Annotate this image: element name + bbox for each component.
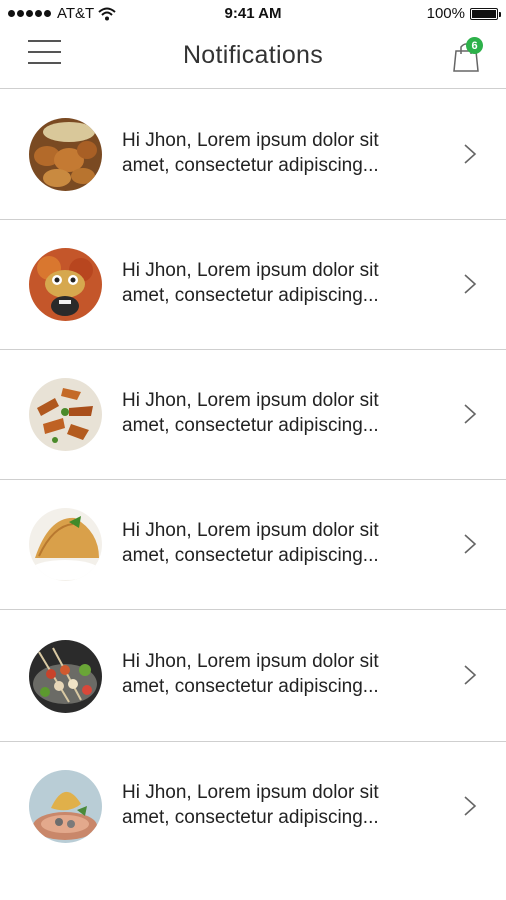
notification-line-2: amet, consectetur adipiscing... <box>122 545 379 566</box>
notification-line-2: amet, consectetur adipiscing... <box>122 415 379 436</box>
battery-percent: 100% <box>426 5 465 22</box>
chevron-right-icon <box>464 143 477 164</box>
nav-bar: Notifications 6 <box>0 28 506 89</box>
notification-text: Hi Jhon, Lorem ipsum dolor sit amet, con… <box>122 518 422 568</box>
notification-item[interactable]: Hi Jhon, Lorem ipsum dolor sit amet, con… <box>0 350 506 480</box>
notification-item[interactable]: Hi Jhon, Lorem ipsum dolor sit amet, con… <box>0 742 506 871</box>
notification-line-1: Hi Jhon, Lorem ipsum dolor sit <box>122 520 379 541</box>
chevron-right-icon <box>464 665 477 685</box>
notification-text: Hi Jhon, Lorem ipsum dolor sit amet, con… <box>122 258 422 308</box>
notification-text: Hi Jhon, Lorem ipsum dolor sit amet, con… <box>122 388 422 438</box>
noodle-face-icon <box>29 248 102 321</box>
notification-line-2: amet, consectetur adipiscing... <box>122 676 379 697</box>
fried-chicken-icon <box>29 118 102 191</box>
notification-line-1: Hi Jhon, Lorem ipsum dolor sit <box>122 782 379 803</box>
notification-text: Hi Jhon, Lorem ipsum dolor sit amet, con… <box>122 780 422 830</box>
battery-group: 100% <box>426 5 501 22</box>
page-title: Notifications <box>182 41 324 69</box>
notification-line-2: amet, consectetur adipiscing... <box>122 285 379 306</box>
notification-line-1: Hi Jhon, Lorem ipsum dolor sit <box>122 390 379 411</box>
notification-text: Hi Jhon, Lorem ipsum dolor sit amet, con… <box>122 649 422 699</box>
notification-item[interactable]: Hi Jhon, Lorem ipsum dolor sit amet, con… <box>0 610 506 742</box>
seafood-plate-icon <box>29 770 102 843</box>
notification-line-1: Hi Jhon, Lorem ipsum dolor sit <box>122 130 379 151</box>
battery-icon <box>470 7 501 20</box>
shopping-bag-button[interactable]: 6 <box>452 37 488 73</box>
notification-text: Hi Jhon, Lorem ipsum dolor sit amet, con… <box>122 128 422 178</box>
chevron-right-icon <box>464 795 477 816</box>
notification-list: Hi Jhon, Lorem ipsum dolor sit amet, con… <box>0 89 506 871</box>
chevron-right-icon <box>464 534 477 554</box>
potato-wedges-icon <box>29 378 102 451</box>
notification-line-1: Hi Jhon, Lorem ipsum dolor sit <box>122 651 379 672</box>
notification-line-2: amet, consectetur adipiscing... <box>122 807 379 828</box>
notification-line-1: Hi Jhon, Lorem ipsum dolor sit <box>122 260 379 281</box>
chevron-right-icon <box>464 404 477 424</box>
status-bar: AT&T 9:41 AM 100% <box>0 0 506 28</box>
kebab-skewers-icon <box>29 640 102 713</box>
samosa-icon <box>29 508 102 581</box>
notification-item[interactable]: Hi Jhon, Lorem ipsum dolor sit amet, con… <box>0 220 506 350</box>
notification-item[interactable]: Hi Jhon, Lorem ipsum dolor sit amet, con… <box>0 89 506 220</box>
notification-item[interactable]: Hi Jhon, Lorem ipsum dolor sit amet, con… <box>0 480 506 610</box>
notification-line-2: amet, consectetur adipiscing... <box>122 155 379 176</box>
cart-count-badge: 6 <box>466 37 483 54</box>
chevron-right-icon <box>464 274 477 294</box>
